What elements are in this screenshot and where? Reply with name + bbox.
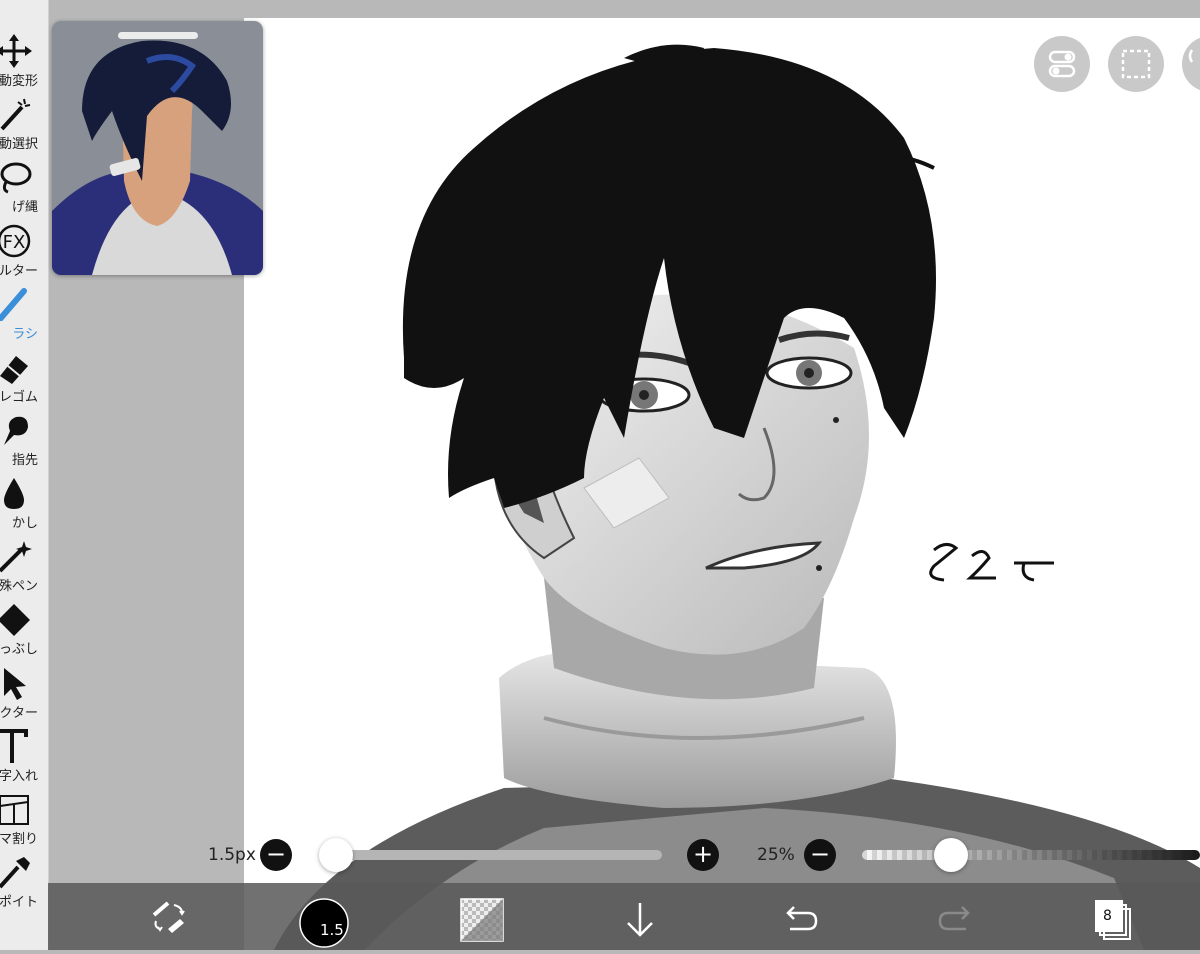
tool-label: かし — [11, 516, 38, 531]
opacity-slider-track[interactable] — [862, 850, 1200, 860]
color-swatch-button[interactable] — [460, 883, 504, 950]
more-button[interactable] — [1182, 36, 1200, 92]
swap-pen-eraser-icon — [152, 901, 185, 933]
tool-text[interactable]: 字入れ — [0, 727, 48, 789]
brush-size-slider-thumb[interactable] — [319, 838, 353, 872]
tool-smudge[interactable]: 指先 — [0, 411, 48, 473]
vector-arrow-icon — [4, 668, 26, 700]
selection-dashed-icon — [1121, 49, 1151, 79]
brush-size-preview-button[interactable]: 1.5 — [298, 883, 350, 950]
swap-brush-eraser-button[interactable] — [146, 883, 190, 950]
tool-blur[interactable]: かし — [0, 474, 48, 536]
eraser-icon — [0, 356, 28, 384]
bottom-toolbar: 1.5 8 — [48, 883, 1200, 950]
layers-button[interactable]: 8 — [1094, 883, 1138, 950]
eyedropper-icon — [0, 857, 30, 889]
undo-arrow-icon — [786, 906, 818, 931]
tool-magic-wand[interactable]: 動選択 — [0, 95, 48, 157]
tool-brush[interactable]: ラシ — [0, 285, 48, 347]
brush-dot-label: 1.5 — [320, 921, 344, 939]
frame-divider-icon — [0, 795, 29, 825]
svg-text:FX: FX — [3, 232, 26, 253]
finger-smudge-icon — [4, 416, 28, 445]
tool-label: げ縄 — [11, 200, 38, 215]
layers-count: 8 — [1103, 908, 1112, 924]
brush-icon — [0, 288, 27, 321]
tool-label: 殊ペン — [0, 579, 38, 594]
down-arrow-icon — [627, 903, 653, 937]
transparent-color-icon — [460, 898, 504, 942]
selection-button[interactable] — [1108, 36, 1164, 92]
magic-wand-icon — [0, 98, 31, 131]
settings-toggle-button[interactable] — [1034, 36, 1090, 92]
move-arrows-icon — [0, 34, 32, 68]
brush-size-value: 1.5px — [208, 845, 256, 865]
special-pen-icon — [0, 541, 32, 573]
reference-drag-handle[interactable] — [118, 32, 198, 39]
brush-size-minus-button[interactable]: − — [260, 839, 292, 871]
drawing-canvas[interactable] — [244, 18, 1200, 950]
tool-sidebar: 動変形 動選択 げ縄 FX ルター ラシ レゴム 指先 かし 殊ペン っぶし ク… — [0, 0, 49, 950]
brush-dot-icon — [299, 898, 349, 948]
tool-label: ラシ — [12, 327, 38, 342]
partial-tool-icon — [1188, 49, 1194, 63]
opacity-slider-thumb[interactable] — [934, 838, 968, 872]
tool-label: ルター — [0, 264, 38, 279]
reference-image-window[interactable] — [52, 21, 263, 275]
save-down-button[interactable] — [620, 883, 660, 950]
text-icon — [0, 729, 28, 763]
fill-icon — [0, 604, 30, 636]
tool-label: ポイト — [0, 895, 38, 910]
tool-filter[interactable]: FX ルター — [0, 222, 48, 284]
tool-label: 指先 — [11, 453, 38, 468]
tool-label: 動変形 — [0, 74, 38, 89]
toggle-switch-icon — [1048, 50, 1076, 78]
lasso-icon — [0, 162, 32, 194]
redo-button[interactable] — [938, 883, 978, 950]
brush-size-slider-track[interactable] — [322, 850, 662, 860]
tool-fill[interactable]: っぶし — [0, 600, 48, 662]
tool-label: マ割り — [0, 832, 38, 847]
tool-label: っぶし — [0, 642, 38, 657]
opacity-minus-button[interactable]: − — [804, 839, 836, 871]
redo-arrow-icon — [938, 906, 970, 931]
tool-eyedropper[interactable]: ポイト — [0, 853, 48, 915]
tool-lasso[interactable]: げ縄 — [0, 158, 48, 220]
brush-size-plus-button[interactable]: + — [687, 839, 719, 871]
opacity-value: 25% — [757, 845, 795, 865]
tool-label: レゴム — [0, 390, 38, 405]
layers-stack-icon — [1095, 900, 1131, 940]
tool-eraser[interactable]: レゴム — [0, 348, 48, 410]
tool-label: 動選択 — [0, 137, 38, 152]
tool-label: 字入れ — [0, 769, 38, 784]
tool-frame[interactable]: マ割り — [0, 790, 48, 852]
portrait-artwork — [274, 44, 1200, 950]
fx-filter-icon: FX — [0, 224, 31, 258]
tool-vector[interactable]: クター — [0, 664, 48, 726]
reference-portrait-image — [52, 21, 263, 275]
blur-drop-icon — [4, 478, 24, 509]
undo-button[interactable] — [778, 883, 818, 950]
tool-transform[interactable]: 動変形 — [0, 32, 48, 94]
tool-label: クター — [0, 706, 38, 721]
tool-special-pen[interactable]: 殊ペン — [0, 537, 48, 599]
